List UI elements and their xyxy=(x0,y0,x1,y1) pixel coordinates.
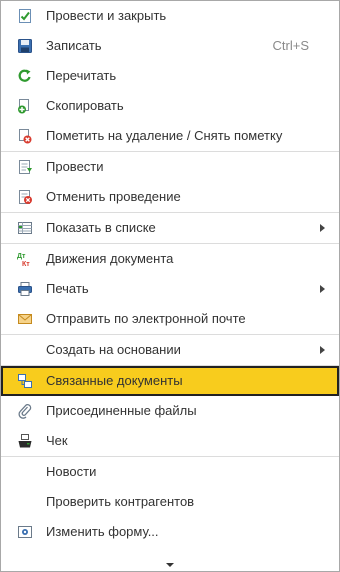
menu-item-copy[interactable]: Скопировать xyxy=(1,91,339,121)
menu-item-related-documents[interactable]: Связанные документы xyxy=(1,366,339,396)
change-form-icon xyxy=(17,524,33,540)
menu-group-misc: Новости Проверить контрагентов Изменить … xyxy=(1,457,339,547)
menu-item-label: Новости xyxy=(46,464,97,479)
menu-item-document-movements[interactable]: Дт Кт Движения документа xyxy=(1,244,339,274)
scroll-down-arrow-icon[interactable] xyxy=(166,563,174,567)
menu-item-label: Показать в списке xyxy=(46,220,156,235)
menu-group-related: Связанные документы Присоединенные файлы… xyxy=(1,366,339,457)
menu-item-change-form[interactable]: Изменить форму... xyxy=(1,517,339,547)
menu-item-mark-deletion[interactable]: Пометить на удаление / Снять пометку xyxy=(1,121,339,151)
menu-item-label: Изменить форму... xyxy=(46,524,159,539)
menu-item-check-counterparties[interactable]: Проверить контрагентов xyxy=(1,487,339,517)
menu-item-label: Проверить контрагентов xyxy=(46,494,195,509)
menu-item-label: Связанные документы xyxy=(46,373,183,388)
unpost-icon xyxy=(17,189,33,205)
menu-group-list: Показать в списке xyxy=(1,213,339,244)
menu-item-label: Провести и закрыть xyxy=(46,8,167,23)
dt-kt-icon-kt-text: Кт xyxy=(22,261,30,267)
save-icon xyxy=(17,38,33,54)
receipt-printer-icon xyxy=(17,433,33,449)
related-documents-icon xyxy=(17,373,33,389)
reread-icon xyxy=(17,68,33,84)
show-in-list-icon xyxy=(17,220,33,236)
shortcut-label: Ctrl+S xyxy=(272,38,309,53)
menu-item-reread[interactable]: Перечитать xyxy=(1,61,339,91)
menu-item-receipt[interactable]: Чек xyxy=(1,426,339,456)
context-menu: Провести и закрыть Записать Ctrl+S Переч… xyxy=(0,0,340,572)
menu-item-print[interactable]: Печать xyxy=(1,274,339,304)
menu-item-label: Отменить проведение xyxy=(46,189,181,204)
dt-kt-icon-dt-text: Дт xyxy=(17,253,26,260)
menu-item-label: Перечитать xyxy=(46,68,117,83)
menu-item-attached-files[interactable]: Присоединенные файлы xyxy=(1,396,339,426)
menu-item-save[interactable]: Записать Ctrl+S xyxy=(1,31,339,61)
menu-item-label: Движения документа xyxy=(46,251,174,266)
dt-kt-icon: Дт Кт xyxy=(17,251,33,267)
submenu-arrow-icon xyxy=(320,285,325,293)
menu-group-create: Создать на основании xyxy=(1,335,339,366)
menu-item-label: Присоединенные файлы xyxy=(46,403,197,418)
attachment-icon xyxy=(17,403,33,419)
copy-icon xyxy=(17,98,33,114)
submenu-arrow-icon xyxy=(320,224,325,232)
menu-item-label: Чек xyxy=(46,433,68,448)
print-icon xyxy=(17,281,33,297)
menu-item-unpost[interactable]: Отменить проведение xyxy=(1,182,339,212)
email-icon xyxy=(17,311,33,327)
menu-item-create-based-on[interactable]: Создать на основании xyxy=(1,335,339,365)
post-icon xyxy=(17,159,33,175)
menu-item-label: Создать на основании xyxy=(46,342,181,357)
menu-item-show-in-list[interactable]: Показать в списке xyxy=(1,213,339,243)
menu-item-label: Скопировать xyxy=(46,98,124,113)
post-and-close-icon xyxy=(17,8,33,24)
menu-item-label: Печать xyxy=(46,281,89,296)
menu-item-send-email[interactable]: Отправить по электронной почте xyxy=(1,304,339,334)
menu-item-label: Провести xyxy=(46,159,104,174)
menu-item-label: Отправить по электронной почте xyxy=(46,311,246,326)
mark-deletion-icon xyxy=(17,128,33,144)
menu-group-reports: Дт Кт Движения документа Печать Отправит… xyxy=(1,244,339,335)
submenu-arrow-icon xyxy=(320,346,325,354)
menu-item-post-and-close[interactable]: Провести и закрыть xyxy=(1,1,339,31)
menu-item-label: Записать xyxy=(46,38,102,53)
menu-group-posting: Провести Отменить проведение xyxy=(1,152,339,213)
menu-group-document-actions: Провести и закрыть Записать Ctrl+S Переч… xyxy=(1,1,339,152)
menu-item-news[interactable]: Новости xyxy=(1,457,339,487)
menu-item-label: Пометить на удаление / Снять пометку xyxy=(46,128,283,143)
menu-item-post[interactable]: Провести xyxy=(1,152,339,182)
